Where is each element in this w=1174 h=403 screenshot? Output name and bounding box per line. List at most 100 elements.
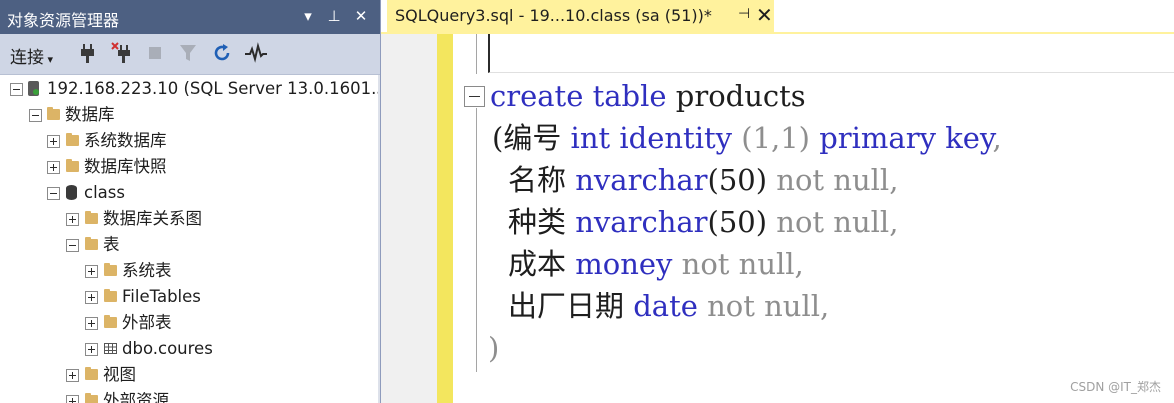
keyword: identity — [619, 121, 733, 155]
code-text: not null, — [776, 205, 899, 239]
keyword: date — [633, 289, 698, 323]
code-text: not null, — [707, 289, 830, 323]
code-line-4[interactable]: 种类 nvarchar(50) not null, — [508, 201, 898, 243]
tree-node-label: FileTables — [122, 287, 201, 306]
keyword: primary — [819, 121, 936, 155]
code-line-6[interactable]: 出厂日期 date not null, — [508, 285, 829, 327]
code-text: not null, — [776, 163, 899, 197]
code-text: not null, — [681, 247, 804, 281]
code-line-7[interactable]: ) — [488, 327, 499, 369]
object-explorer-scrollbar[interactable] — [378, 75, 380, 403]
chevron-down-icon: ▾ — [44, 53, 54, 66]
watermark: CSDN @IT_郑杰 — [1070, 380, 1161, 394]
code-line-5[interactable]: 成本 money not null, — [508, 243, 804, 285]
expand-toggle-icon[interactable] — [85, 291, 98, 304]
panel-close-icon[interactable]: ✕ — [350, 5, 372, 27]
keyword: nvarchar — [575, 163, 708, 197]
tree-node-label: 系统表 — [122, 261, 172, 280]
keyword: create — [490, 79, 584, 113]
expand-toggle-icon[interactable] — [85, 265, 98, 278]
tree-node-label: 外部表 — [122, 313, 172, 332]
server-icon — [28, 81, 39, 96]
column-name: 种类 — [508, 205, 567, 239]
column-name: 成本 — [508, 247, 567, 281]
table-icon — [104, 343, 117, 354]
tab-close-icon[interactable]: ✕ — [756, 3, 773, 27]
activity-monitor-icon[interactable] — [244, 41, 268, 65]
panel-dropdown-icon[interactable]: ▾ — [297, 5, 319, 27]
expand-toggle-icon[interactable] — [47, 161, 60, 174]
column-name: 出厂日期 — [508, 289, 625, 323]
connect-button[interactable]: 连接 ▾ — [10, 43, 53, 68]
object-explorer-title-bar: 对象资源管理器 ▾ ⊥ ✕ — [0, 0, 380, 34]
tree-node-label: 外部资源 — [103, 391, 169, 403]
expand-toggle-icon[interactable] — [66, 213, 79, 226]
outline-guide — [476, 108, 477, 372]
tree-node-label: 数据库 — [65, 105, 115, 124]
keyword: nvarchar — [575, 205, 708, 239]
current-line-highlight[interactable] — [488, 34, 1174, 73]
expand-toggle-icon[interactable] — [85, 343, 98, 356]
expand-toggle-icon[interactable] — [85, 317, 98, 330]
collapse-toggle-icon[interactable] — [29, 109, 42, 122]
connect-label: 连接 — [10, 48, 44, 68]
code-text: , — [992, 121, 1002, 155]
refresh-icon[interactable] — [210, 41, 234, 65]
code-text: (50) — [707, 163, 768, 197]
object-explorer-toolbar: 连接 ▾ — [0, 34, 380, 75]
code-line-2[interactable]: (编号 int identity (1,1) primary key, — [492, 117, 1002, 159]
tree-node-label: 192.168.223.10 (SQL Server 13.0.1601.5 — [47, 79, 381, 98]
folder-icon — [104, 263, 117, 276]
keyword: money — [575, 247, 673, 281]
tree-node-label: 数据库快照 — [84, 157, 167, 176]
object-explorer-panel: 对象资源管理器 ▾ ⊥ ✕ 连接 ▾ 192.168.223.10 (SQL S… — [0, 0, 381, 403]
database-icon — [66, 185, 77, 200]
keyword: int — [570, 121, 611, 155]
folder-icon — [85, 367, 98, 380]
folder-icon — [85, 211, 98, 224]
folder-icon — [47, 107, 60, 120]
keyword: key — [945, 121, 993, 155]
folder-icon — [66, 133, 79, 146]
collapse-toggle-icon[interactable] — [10, 83, 23, 96]
code-line-3[interactable]: 名称 nvarchar(50) not null, — [508, 159, 898, 201]
tree-node-label: 数据库关系图 — [103, 209, 202, 228]
expand-toggle-icon[interactable] — [66, 395, 79, 403]
identifier: products — [675, 79, 806, 113]
document-tab-bar: SQLQuery3.sql - 19...10.class (sa (51))*… — [381, 0, 1174, 32]
folder-icon — [85, 393, 98, 403]
collapse-toggle-icon[interactable] — [47, 187, 60, 200]
filter-icon[interactable] — [176, 41, 200, 65]
tree-node-label: 系统数据库 — [84, 131, 167, 150]
collapse-toggle-icon[interactable] — [66, 239, 79, 252]
panel-pin-icon[interactable]: ⊥ — [323, 5, 345, 27]
folder-icon — [85, 237, 98, 250]
tab-sqlquery3[interactable]: SQLQuery3.sql - 19...10.class (sa (51))*… — [387, 0, 774, 32]
tree-node-label: 视图 — [103, 365, 136, 384]
code-text: (50) — [707, 205, 768, 239]
tree-node-label: class — [84, 183, 125, 202]
tab-pin-icon[interactable]: ⊣ — [738, 6, 750, 22]
tree-node-label: 表 — [103, 235, 120, 254]
stop-icon[interactable] — [143, 41, 167, 65]
change-tracking-bar — [437, 34, 453, 403]
code-text: ) — [488, 331, 500, 365]
folder-icon — [66, 159, 79, 172]
code-text: (1,1) — [741, 121, 810, 155]
column-name: 名称 — [508, 163, 567, 197]
expand-toggle-icon[interactable] — [47, 135, 60, 148]
disconnect-icon[interactable] — [110, 41, 134, 65]
code-line-1[interactable]: create table products — [490, 75, 806, 117]
line-number-gutter — [381, 34, 437, 403]
query-editor: SQLQuery3.sql - 19...10.class (sa (51))*… — [381, 0, 1174, 403]
expand-toggle-icon[interactable] — [66, 369, 79, 382]
editor-margin — [453, 34, 459, 403]
tab-title: SQLQuery3.sql - 19...10.class (sa (51))* — [395, 6, 712, 25]
outline-guide — [476, 34, 477, 74]
tree-node-label: dbo.coures — [122, 339, 213, 358]
object-explorer-title: 对象资源管理器 — [7, 11, 120, 30]
connect-plug-icon[interactable] — [76, 41, 100, 65]
folder-icon — [104, 289, 117, 302]
keyword: table — [592, 79, 667, 113]
collapse-region-icon[interactable] — [464, 86, 485, 107]
